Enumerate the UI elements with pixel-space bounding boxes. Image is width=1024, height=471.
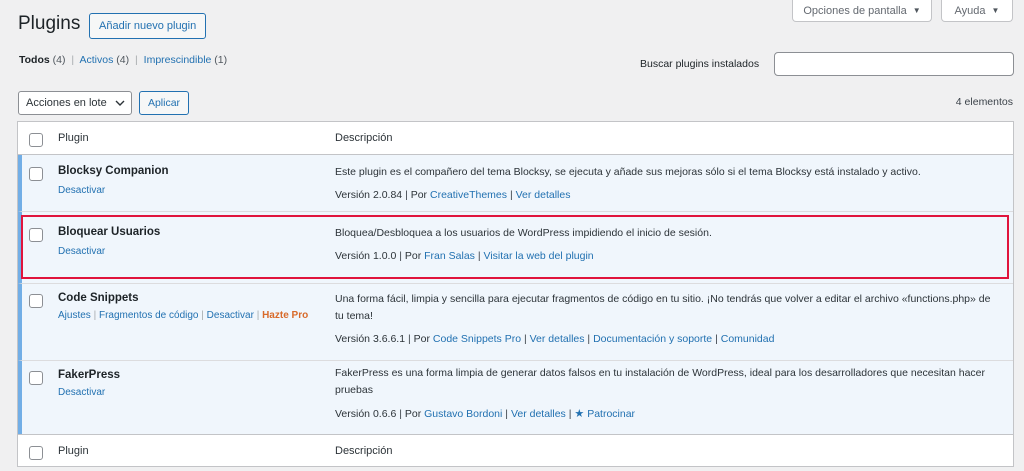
- chevron-down-icon: [115, 92, 125, 123]
- column-plugin: Plugin: [58, 445, 89, 457]
- by-label: Por: [413, 333, 430, 345]
- plugin-description: Una forma fácil, limpia y sencilla para …: [335, 293, 991, 322]
- sponsor-link[interactable]: Patrocinar: [587, 408, 635, 420]
- plugin-description: FakerPress es una forma limpia de genera…: [335, 367, 985, 396]
- star-icon: ★: [574, 408, 585, 420]
- table-footer: Plugin Descripción: [18, 434, 1013, 467]
- go-pro-link[interactable]: Hazte Pro: [262, 310, 308, 321]
- author-link[interactable]: CreativeThemes: [430, 189, 507, 201]
- filter-all-count: (4): [52, 54, 66, 66]
- bulk-actions-value: Acciones en lote: [26, 97, 107, 109]
- plugin-name: FakerPress: [58, 369, 121, 381]
- filter-all[interactable]: Todos: [19, 54, 50, 66]
- table-row: Blocksy Companion Desactivar Este plugin…: [18, 155, 1013, 212]
- items-count: 4 elementos: [955, 96, 1013, 108]
- screen-options-label: Opciones de pantalla: [803, 4, 907, 17]
- caret-down-icon: ▼: [912, 5, 921, 15]
- help-label: Ayuda: [954, 4, 986, 17]
- plugin-name: Blocksy Companion: [58, 165, 169, 177]
- table-row: FakerPress Desactivar FakerPress es una …: [18, 361, 1013, 434]
- table-row: Code Snippets Ajustes | Fragmentos de có…: [18, 284, 1013, 361]
- select-all-checkbox[interactable]: [29, 133, 43, 147]
- plugins-table: Plugin Descripción Blocksy Companion Des…: [17, 121, 1014, 467]
- filter-mustuse-count: (1): [214, 54, 228, 66]
- by-label: Por: [404, 408, 422, 420]
- select-all-checkbox[interactable]: [29, 446, 43, 460]
- add-new-plugin-button[interactable]: Añadir nuevo plugin: [89, 13, 207, 39]
- plugin-meta: Versión 2.0.84 | Por CreativeThemes | Ve…: [335, 189, 571, 201]
- row-checkbox[interactable]: [29, 167, 43, 181]
- row-actions: Desactivar: [58, 385, 314, 401]
- row-checkbox[interactable]: [29, 294, 43, 308]
- highlight-box: [21, 215, 1009, 279]
- column-plugin: Plugin: [58, 132, 89, 144]
- author-link[interactable]: Code Snippets Pro: [433, 333, 521, 345]
- community-link[interactable]: Comunidad: [721, 333, 775, 345]
- view-details-link[interactable]: Ver detalles: [511, 408, 566, 420]
- apply-button[interactable]: Aplicar: [139, 91, 189, 115]
- view-details-link[interactable]: Ver detalles: [530, 333, 585, 345]
- plugin-version: Versión 0.6.6: [335, 408, 397, 420]
- column-description: Descripción: [335, 445, 393, 457]
- settings-link[interactable]: Ajustes: [58, 310, 91, 321]
- column-description: Descripción: [335, 132, 393, 144]
- plugin-meta: Versión 0.6.6 | Por Gustavo Bordoni | Ve…: [335, 408, 636, 420]
- deactivate-link[interactable]: Desactivar: [207, 310, 254, 321]
- row-checkbox[interactable]: [29, 371, 43, 385]
- bulk-actions-select[interactable]: Acciones en lote: [18, 91, 132, 115]
- caret-down-icon: ▼: [991, 5, 1000, 15]
- filter-active[interactable]: Activos: [79, 54, 113, 66]
- docs-support-link[interactable]: Documentación y soporte: [593, 333, 712, 345]
- row-actions: Desactivar: [58, 183, 314, 199]
- plugin-version: Versión 3.6.6.1: [335, 333, 406, 345]
- view-details-link[interactable]: Ver detalles: [516, 189, 571, 201]
- row-actions: Ajustes | Fragmentos de código | Desacti…: [58, 310, 309, 321]
- filter-mustuse[interactable]: Imprescindible: [144, 54, 212, 66]
- plugin-name: Code Snippets: [58, 292, 139, 304]
- page-title: Plugins: [18, 13, 81, 34]
- deactivate-link[interactable]: Desactivar: [58, 387, 105, 398]
- search-label: Buscar plugins instalados: [640, 58, 760, 70]
- screen-options-button[interactable]: Opciones de pantalla ▼: [792, 0, 932, 22]
- plugin-status-filters: Todos (4) | Activos (4) | Imprescindible…: [19, 54, 228, 66]
- snippets-link[interactable]: Fragmentos de código: [99, 310, 199, 321]
- by-label: Por: [410, 189, 428, 201]
- filter-active-count: (4): [116, 54, 130, 66]
- plugin-description: Este plugin es el compañero del tema Blo…: [335, 166, 921, 178]
- help-button[interactable]: Ayuda ▼: [941, 0, 1013, 22]
- table-header: Plugin Descripción: [18, 122, 1013, 155]
- deactivate-link[interactable]: Desactivar: [58, 185, 105, 196]
- plugin-meta: Versión 3.6.6.1 | Por Code Snippets Pro …: [335, 333, 775, 345]
- author-link[interactable]: Gustavo Bordoni: [424, 408, 502, 420]
- plugin-version: Versión 2.0.84: [335, 189, 403, 201]
- search-input[interactable]: [774, 52, 1014, 76]
